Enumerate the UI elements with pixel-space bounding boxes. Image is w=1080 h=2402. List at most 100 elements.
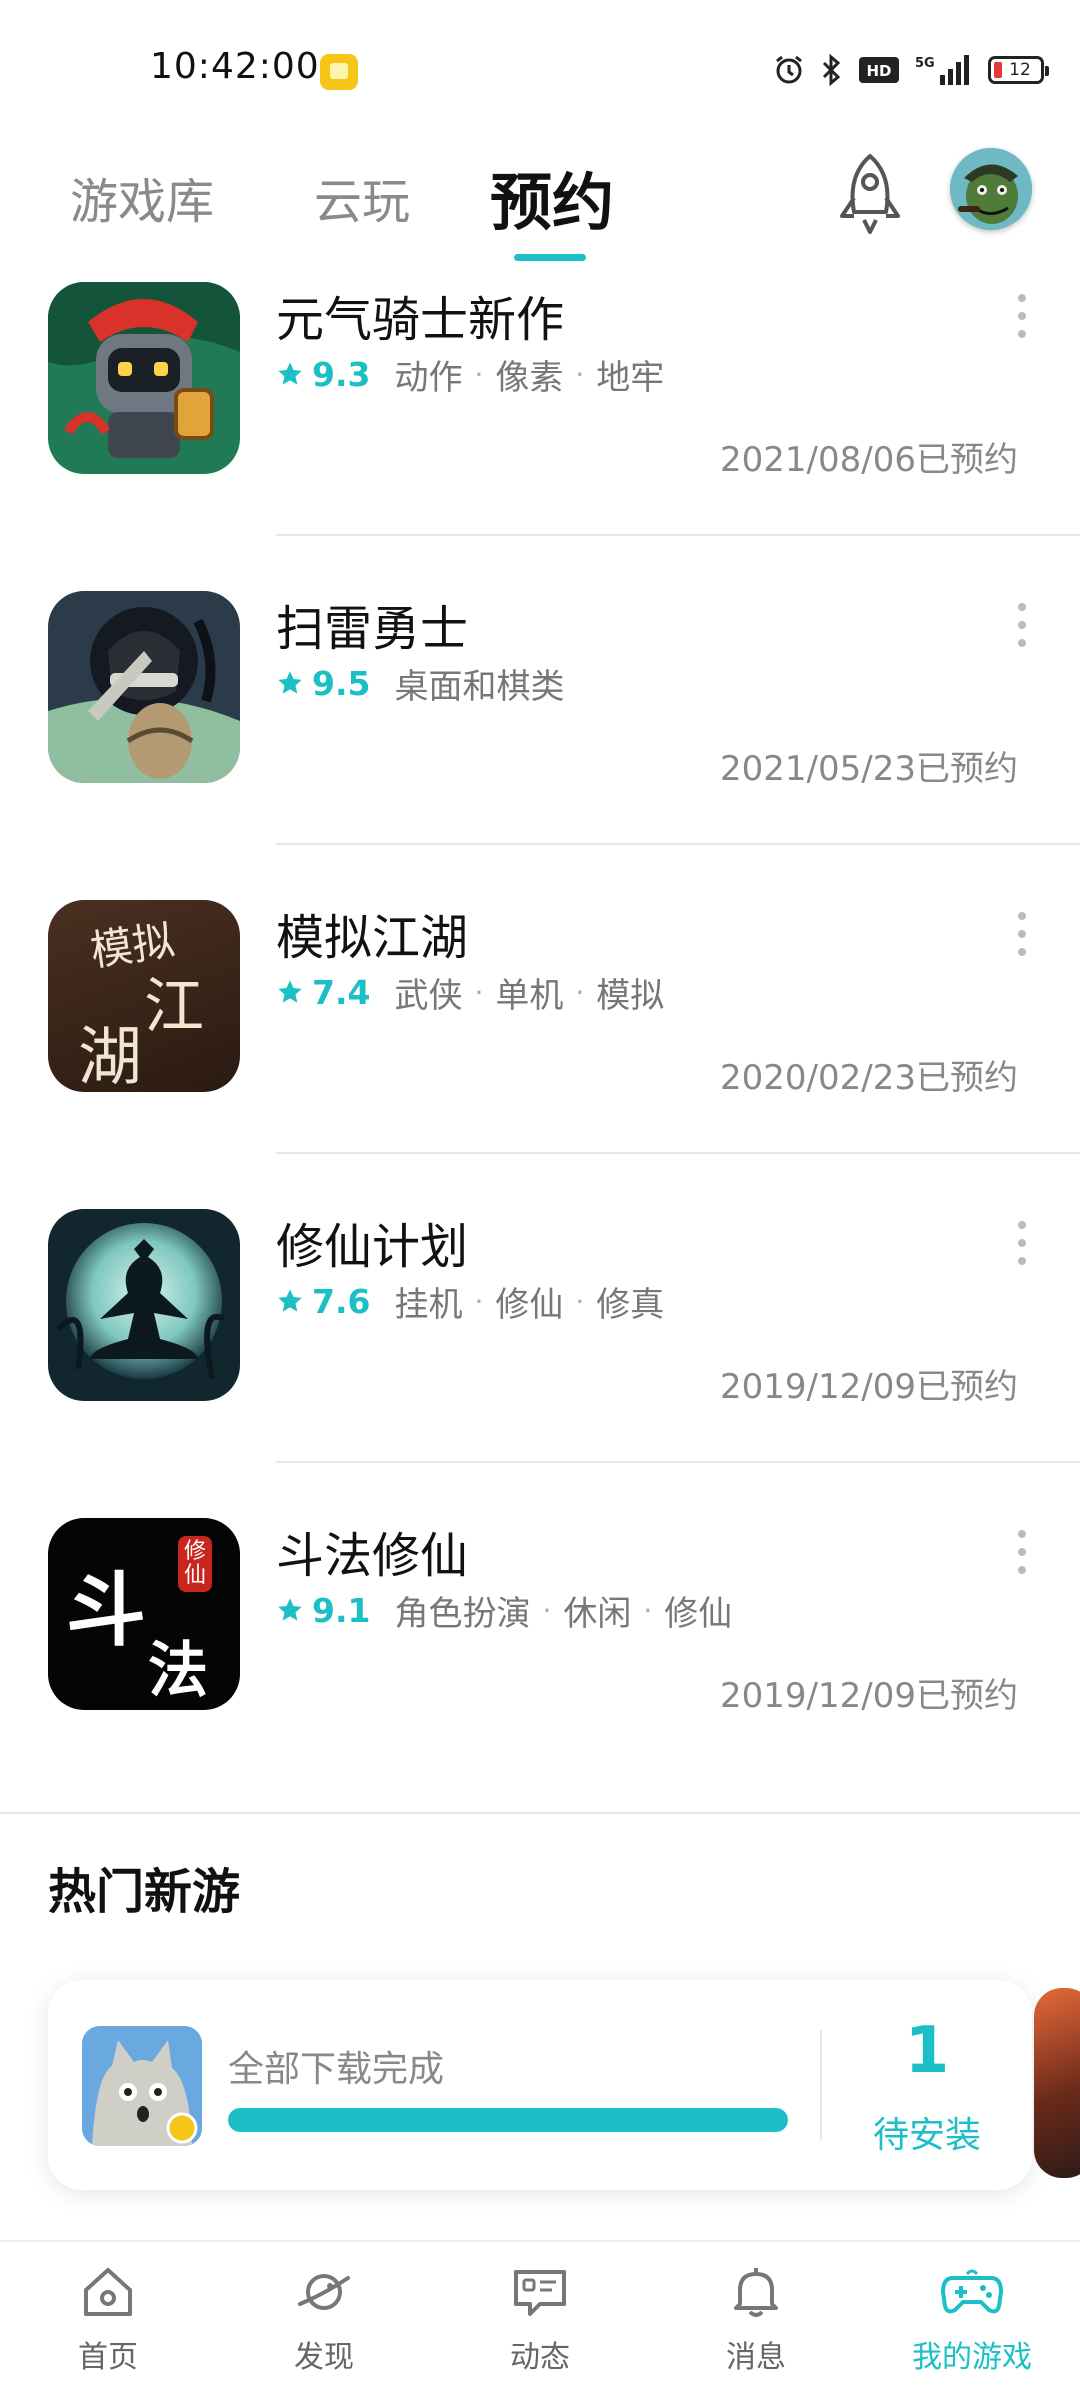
- active-tab-indicator: [514, 254, 586, 261]
- list-item[interactable]: 扫雷勇士 9.5 桌面和棋类 2021/05/23已预约: [0, 581, 1080, 890]
- nav-item-discover[interactable]: 发现: [216, 2264, 432, 2376]
- next-card-peek[interactable]: [1034, 1988, 1080, 2178]
- star-icon: [278, 1289, 302, 1312]
- download-status-label: 全部下载完成: [228, 2049, 445, 2090]
- nav-label: 发现: [294, 2340, 354, 2375]
- icon-seal-badge: 修仙: [178, 1536, 212, 1592]
- game-tag: 挂机: [394, 1284, 463, 1325]
- status-time: 10:42:00: [150, 46, 320, 87]
- list-item[interactable]: 修仙计划 7.6 挂机 · 修仙 · 修真 2019/12/09已预约: [0, 1199, 1080, 1508]
- nav-label: 首页: [78, 2340, 138, 2375]
- bottom-nav: 首页 发现 动态 消息 我的游戏: [0, 2240, 1080, 2402]
- user-avatar[interactable]: [950, 148, 1032, 230]
- nav-label: 动态: [510, 2340, 570, 2375]
- list-item[interactable]: 元气骑士新作 9.3 动作 · 像素 · 地牢 2021/08/06已预约: [0, 272, 1080, 581]
- game-title: 修仙计划: [276, 1219, 469, 1275]
- tab-reservations[interactable]: 预约: [490, 152, 614, 242]
- nav-item-messages[interactable]: 消息: [648, 2264, 864, 2376]
- download-status-card[interactable]: 全部下载完成 1 待安装: [48, 1980, 1032, 2190]
- icon-calligraphy-text: 斗: [66, 1563, 146, 1657]
- game-tag: 修仙: [495, 1284, 564, 1325]
- notification-app-icon: [320, 54, 358, 90]
- star-icon: [278, 980, 302, 1003]
- signal-5g-icon: 5G: [915, 55, 969, 85]
- tab-game-library[interactable]: 游戏库: [70, 162, 214, 232]
- game-tag: 模拟: [596, 975, 665, 1016]
- reservation-date: 2021/05/23已预约: [720, 749, 1018, 789]
- game-tag: 休闲: [563, 1593, 632, 1634]
- section-title-hot-new-games: 热门新游: [48, 1864, 241, 1920]
- hd-icon: HD: [859, 57, 899, 83]
- download-progress-bar: [228, 2108, 788, 2132]
- game-tag: 桌面和棋类: [394, 666, 565, 707]
- game-tag: 武侠: [394, 975, 463, 1016]
- download-app-thumbnail: [82, 2026, 202, 2146]
- message-card-icon: [514, 2270, 566, 2316]
- top-tab-bar: 游戏库 云玩 预约: [0, 140, 1080, 270]
- icon-calligraphy-text: 江: [144, 972, 204, 1042]
- game-icon-jianghu: 模拟 江 湖: [48, 900, 240, 1092]
- game-meta: 7.4 武侠 · 单机 · 模拟: [276, 972, 664, 1016]
- divider: [276, 534, 1080, 536]
- planet-icon: [298, 2274, 350, 2310]
- nav-item-home[interactable]: 首页: [0, 2264, 216, 2376]
- more-options-icon[interactable]: [1012, 912, 1032, 960]
- divider: [276, 843, 1080, 845]
- pending-install-label[interactable]: 待安装: [822, 2106, 1032, 2158]
- game-tag: 单机: [495, 975, 564, 1016]
- tag-separator: ·: [575, 975, 585, 1009]
- rocket-icon[interactable]: [830, 150, 910, 240]
- reservation-date: 2020/02/23已预约: [720, 1058, 1018, 1098]
- star-icon: [278, 1598, 302, 1621]
- bell-icon: [734, 2268, 778, 2317]
- game-tag: 角色扮演: [394, 1593, 531, 1634]
- divider: [276, 1461, 1080, 1463]
- alarm-icon: [776, 55, 802, 84]
- pending-install-count[interactable]: 1: [822, 2014, 1032, 2088]
- game-score: 7.6: [312, 1281, 371, 1321]
- battery-level: 12: [1009, 60, 1031, 80]
- nav-label: 我的游戏: [912, 2340, 1032, 2375]
- section-divider: [0, 1812, 1080, 1814]
- tag-separator: ·: [643, 1593, 653, 1627]
- game-icon-cultivation-plan: [48, 1209, 240, 1401]
- game-title: 扫雷勇士: [276, 601, 469, 657]
- reservation-date: 2019/12/09已预约: [720, 1367, 1018, 1407]
- network-type: 5G: [915, 56, 935, 71]
- icon-calligraphy-text: 湖: [78, 1021, 142, 1092]
- game-score: 9.5: [312, 663, 371, 703]
- star-icon: [278, 671, 302, 694]
- game-tag: 像素: [495, 357, 564, 398]
- more-options-icon[interactable]: [1012, 1221, 1032, 1269]
- list-item[interactable]: 斗 法 修仙 斗法修仙 9.1 角色扮演 · 休闲 · 修仙 2019/12/0…: [0, 1508, 1080, 1817]
- icon-calligraphy-text: 法: [148, 1636, 208, 1706]
- more-options-icon[interactable]: [1012, 294, 1032, 342]
- status-bar: 10:42:00 HD 5G 12: [0, 0, 1080, 140]
- nav-label: 消息: [726, 2340, 786, 2375]
- svg-text:HD: HD: [866, 62, 891, 80]
- game-title: 斗法修仙: [276, 1528, 469, 1584]
- nav-item-feed[interactable]: 动态: [432, 2264, 648, 2376]
- game-meta: 9.3 动作 · 像素 · 地牢: [276, 354, 664, 398]
- game-icon-soul-knight: [48, 282, 240, 474]
- battery-icon: 12: [988, 56, 1049, 84]
- game-score: 9.1: [312, 1590, 371, 1630]
- download-progress-fill: [228, 2108, 788, 2132]
- game-tag: 修仙: [664, 1593, 733, 1634]
- more-options-icon[interactable]: [1012, 1530, 1032, 1578]
- reservation-date: 2021/08/06已预约: [720, 440, 1018, 480]
- tag-separator: ·: [474, 975, 484, 1009]
- divider: [276, 1152, 1080, 1154]
- tab-cloud-play[interactable]: 云玩: [314, 162, 410, 232]
- home-icon: [84, 2268, 132, 2316]
- nav-item-my-games[interactable]: 我的游戏: [864, 2264, 1080, 2376]
- game-title: 模拟江湖: [276, 910, 469, 966]
- more-options-icon[interactable]: [1012, 603, 1032, 651]
- game-score: 9.3: [312, 354, 371, 394]
- game-tag: 地牢: [596, 357, 665, 398]
- game-score: 7.4: [312, 972, 371, 1012]
- game-tag: 动作: [394, 357, 463, 398]
- list-item[interactable]: 模拟 江 湖 模拟江湖 7.4 武侠 · 单机 · 模拟 2020/02/23已…: [0, 890, 1080, 1199]
- game-meta: 9.1 角色扮演 · 休闲 · 修仙: [276, 1590, 732, 1634]
- status-icons: HD 5G 12: [772, 48, 1049, 92]
